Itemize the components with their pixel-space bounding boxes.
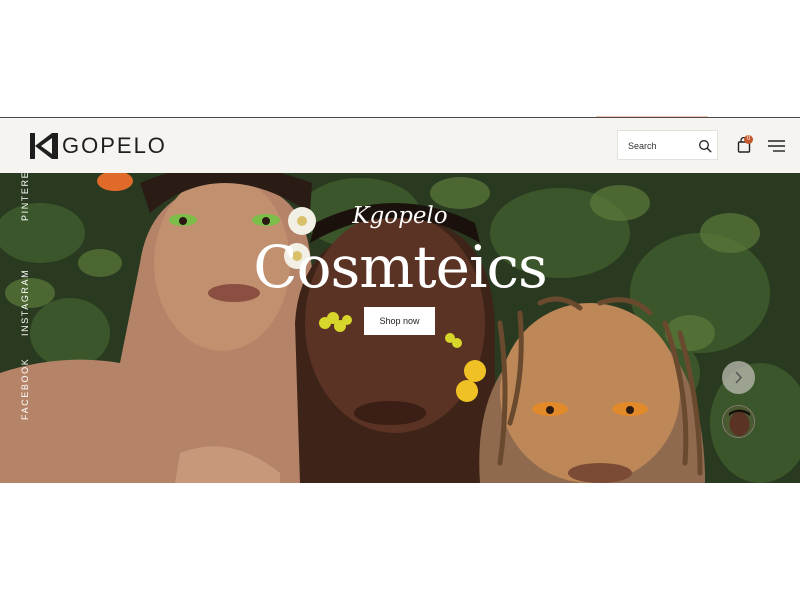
chevron-right-icon [735,371,743,384]
social-link-pinterest[interactable]: PINTEREST [20,173,30,221]
search-box [617,130,718,160]
site-header: GOPELO 0 [0,117,800,173]
slide-thumbnail[interactable] [722,405,755,438]
hero-banner: PINTEREST INSTAGRAM FACEBOOK Kgopelo Cos… [0,173,800,483]
social-link-facebook[interactable]: FACEBOOK [20,358,30,420]
search-icon[interactable] [698,139,712,153]
shop-now-button[interactable]: Shop now [364,307,435,335]
search-input[interactable] [628,138,688,154]
cart-count-badge: 0 [744,135,753,144]
hamburger-menu-icon[interactable] [768,140,785,152]
social-link-instagram[interactable]: INSTAGRAM [20,269,30,336]
hero-title: Cosmteics [253,233,548,301]
logo-link[interactable]: GOPELO [30,133,167,159]
logo-text: GOPELO [62,133,167,158]
hero-brand-script: Kgopelo [352,203,448,229]
logo-mark-icon [30,133,58,159]
slider-next-button[interactable] [722,361,755,394]
